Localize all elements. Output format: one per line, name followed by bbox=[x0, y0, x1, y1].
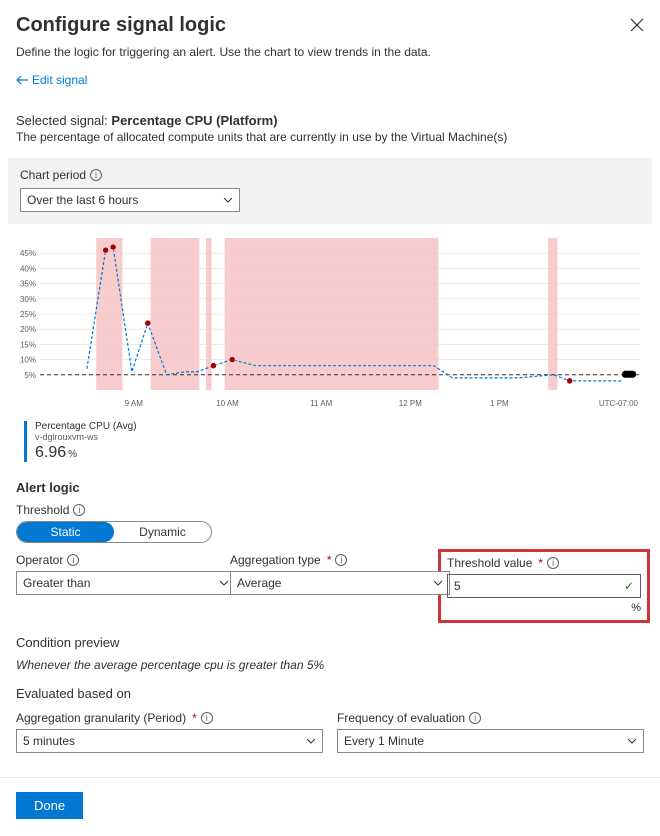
condition-preview-text: Whenever the average percentage cpu is g… bbox=[16, 658, 644, 672]
chart-period-label: Chart period bbox=[20, 168, 86, 182]
threshold-value-highlight: Threshold value * i 5 ✓ % bbox=[438, 549, 650, 623]
selected-signal-description: The percentage of allocated compute unit… bbox=[16, 130, 644, 144]
info-icon[interactable]: i bbox=[469, 712, 481, 724]
info-icon[interactable]: i bbox=[335, 554, 347, 566]
threshold-toggle[interactable]: Static Dynamic bbox=[16, 521, 212, 543]
edit-signal-label: Edit signal bbox=[32, 73, 87, 87]
info-icon[interactable]: i bbox=[201, 712, 213, 724]
info-icon[interactable]: i bbox=[90, 169, 102, 181]
threshold-dynamic-option[interactable]: Dynamic bbox=[114, 522, 211, 542]
threshold-unit: % bbox=[447, 602, 641, 614]
alert-logic-heading: Alert logic bbox=[16, 480, 644, 495]
svg-text:25%: 25% bbox=[20, 310, 36, 319]
aggregation-type-select[interactable]: Average bbox=[230, 571, 450, 595]
svg-text:1 PM: 1 PM bbox=[490, 399, 509, 408]
chevron-down-icon bbox=[219, 580, 229, 586]
threshold-static-option[interactable]: Static bbox=[17, 522, 114, 542]
svg-text:35%: 35% bbox=[20, 280, 36, 289]
granularity-label: Aggregation granularity (Period) bbox=[16, 711, 186, 725]
frequency-select[interactable]: Every 1 Minute bbox=[337, 729, 644, 753]
operator-label: Operator bbox=[16, 553, 63, 567]
chevron-down-icon bbox=[223, 197, 233, 203]
svg-text:45%: 45% bbox=[20, 249, 36, 258]
selected-signal-label: Selected signal: Percentage CPU (Platfor… bbox=[16, 113, 644, 128]
evaluated-heading: Evaluated based on bbox=[16, 686, 644, 701]
svg-text:30%: 30% bbox=[20, 295, 36, 304]
chart-period-select[interactable]: Over the last 6 hours bbox=[20, 188, 240, 212]
chevron-down-icon bbox=[306, 738, 316, 744]
svg-text:10 AM: 10 AM bbox=[216, 399, 239, 408]
threshold-value-label: Threshold value bbox=[447, 556, 532, 570]
signal-chart: 5% 10% 15% 20% 25% 30% 35% 40% 45% 9 AM 10 AM 11 AM… bbox=[10, 232, 650, 415]
operator-select[interactable]: Greater than bbox=[16, 571, 236, 595]
svg-text:5%: 5% bbox=[24, 371, 36, 380]
frequency-label: Frequency of evaluation bbox=[337, 711, 465, 725]
svg-text:9 AM: 9 AM bbox=[125, 399, 144, 408]
threshold-value-input[interactable]: 5 ✓ bbox=[447, 574, 641, 598]
svg-text:40%: 40% bbox=[20, 264, 36, 273]
svg-text:UTC-07:00: UTC-07:00 bbox=[599, 399, 639, 408]
page-subtitle: Define the logic for triggering an alert… bbox=[16, 45, 644, 59]
chevron-down-icon bbox=[433, 580, 443, 586]
svg-text:12 PM: 12 PM bbox=[399, 399, 422, 408]
granularity-select[interactable]: 5 minutes bbox=[16, 729, 323, 753]
svg-text:15%: 15% bbox=[20, 340, 36, 349]
svg-text:20%: 20% bbox=[20, 325, 36, 334]
edit-signal-link[interactable]: Edit signal bbox=[16, 73, 87, 87]
info-icon[interactable]: i bbox=[67, 554, 79, 566]
threshold-label: Threshold bbox=[16, 503, 69, 517]
check-icon: ✓ bbox=[624, 579, 634, 593]
page-title: Configure signal logic bbox=[16, 14, 226, 37]
aggregation-type-label: Aggregation type bbox=[230, 553, 321, 567]
info-icon[interactable]: i bbox=[547, 557, 559, 569]
chart-legend: Percentage CPU (Avg) v-dgirouxvm-ws 6.96… bbox=[24, 421, 644, 462]
chevron-down-icon bbox=[627, 738, 637, 744]
info-icon[interactable]: i bbox=[73, 504, 85, 516]
svg-text:10%: 10% bbox=[20, 356, 36, 365]
close-icon[interactable] bbox=[630, 18, 644, 37]
svg-text:11 AM: 11 AM bbox=[310, 399, 332, 408]
done-button[interactable]: Done bbox=[16, 792, 83, 819]
condition-preview-heading: Condition preview bbox=[16, 635, 644, 650]
